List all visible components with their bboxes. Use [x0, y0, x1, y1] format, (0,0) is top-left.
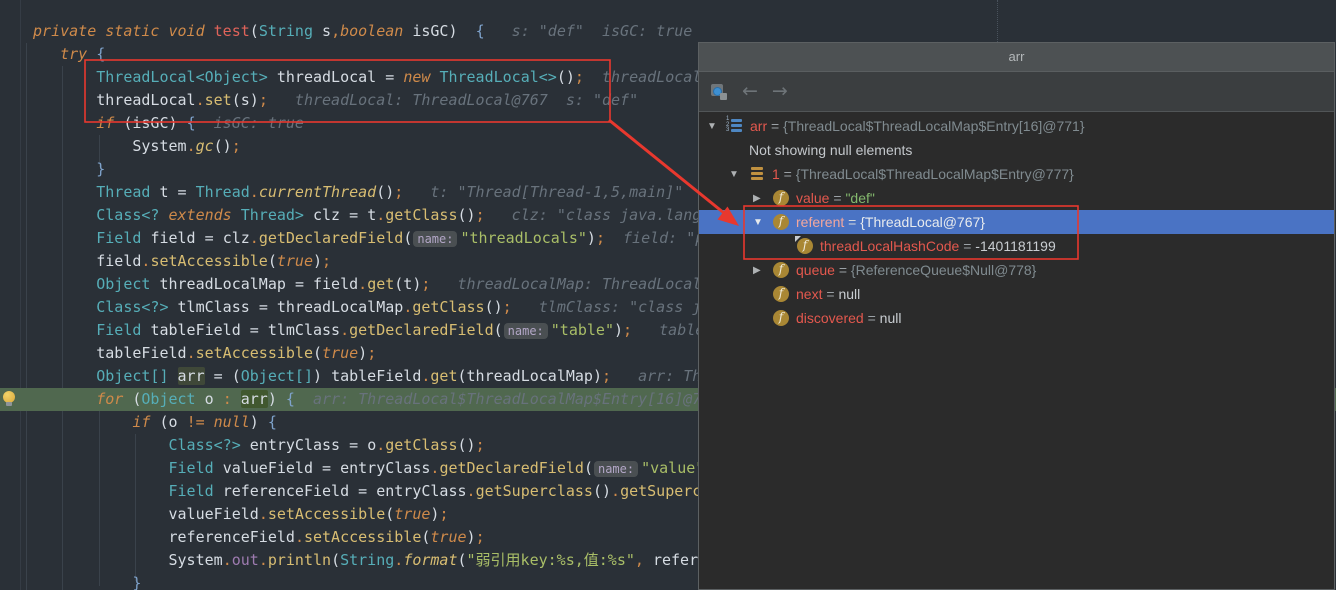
popup-toolbar: ← →	[699, 72, 1334, 112]
variable-name: referent	[796, 214, 844, 230]
tree-row-discovered[interactable]: discovered = null	[699, 306, 1334, 330]
tree-row-1[interactable]: ▼ 1 = {ThreadLocal$ThreadLocalMap$Entry@7…	[699, 162, 1334, 186]
equals-sign: =	[780, 166, 796, 182]
variable-name: threadLocalHashCode	[820, 238, 959, 254]
chevron-collapsed-icon[interactable]: ▶	[751, 193, 773, 204]
variable-value: null	[838, 286, 860, 302]
inline-debug-hint: isGC: true	[196, 114, 304, 132]
chevron-expanded-icon[interactable]: ▼	[705, 121, 727, 132]
equals-sign: =	[835, 262, 851, 278]
debugger-inspect-popup: arr ← → ▼123arr = {ThreadLocal$ThreadLoc…	[698, 42, 1335, 590]
variable-name: 1	[772, 166, 780, 182]
view-as-icon[interactable]	[711, 84, 728, 100]
back-arrow-icon[interactable]: ←	[742, 82, 758, 101]
field-icon	[773, 190, 789, 206]
inline-debug-hint: arr: ThreadLocal$ThreadLocalMap$Entry[16…	[295, 390, 719, 408]
equals-sign: =	[844, 214, 860, 230]
tree-message-text: Not showing null elements	[749, 142, 912, 158]
variable-value: {ThreadLocal$ThreadLocalMap$Entry[16]@77…	[783, 118, 1084, 134]
inline-debug-hint: threadLocal: ThreadLocal@767 s: "def"	[268, 91, 638, 109]
tree-row-arr[interactable]: ▼123 arr = {ThreadLocal$ThreadLocalMap$En…	[699, 114, 1334, 138]
tree-row-next[interactable]: next = null	[699, 282, 1334, 306]
field-icon	[773, 286, 789, 302]
variable-value: {ThreadLocal@767}	[860, 214, 985, 230]
field-icon	[773, 310, 789, 326]
tree-message-row[interactable]: Not showing null elements	[699, 138, 1334, 162]
equals-sign: =	[864, 310, 880, 326]
chevron-expanded-icon[interactable]: ▼	[727, 169, 749, 180]
variable-name: next	[796, 286, 822, 302]
variable-value: -1401181199	[975, 238, 1055, 254]
param-name-hint: name:	[504, 323, 548, 339]
chevron-collapsed-icon[interactable]: ▶	[751, 265, 773, 276]
equals-sign: =	[767, 118, 783, 134]
field-icon	[773, 214, 789, 230]
final-field-icon	[797, 238, 813, 254]
variable-name: discovered	[796, 310, 864, 326]
param-name-hint: name:	[413, 231, 457, 247]
variable-value: null	[880, 310, 902, 326]
equals-sign: =	[959, 238, 975, 254]
array-variable-icon: 123	[727, 118, 743, 134]
field-icon	[773, 262, 789, 278]
array-element-icon	[749, 166, 765, 182]
tree-row-threadLocalHashCode[interactable]: threadLocalHashCode = -1401181199	[699, 234, 1334, 258]
chevron-expanded-icon[interactable]: ▼	[751, 217, 773, 228]
intention-bulb-icon[interactable]	[3, 391, 16, 407]
popup-title[interactable]: arr	[699, 43, 1334, 72]
tree-row-referent[interactable]: ▼ referent = {ThreadLocal@767}	[699, 210, 1334, 234]
inline-debug-hint: t: "Thread[Thread-1,5,main]"	[403, 183, 683, 201]
variable-value: "def"	[845, 190, 874, 206]
ide-debugger-screen: private static void test(String s,boolea…	[0, 0, 1336, 590]
equals-sign: =	[822, 286, 838, 302]
variable-name: value	[796, 190, 829, 206]
variable-value: {ThreadLocal$ThreadLocalMap$Entry@777}	[796, 166, 1074, 182]
variable-value: {ReferenceQueue$Null@778}	[851, 262, 1036, 278]
equals-sign: =	[829, 190, 845, 206]
tree-row-queue[interactable]: ▶ queue = {ReferenceQueue$Null@778}	[699, 258, 1334, 282]
tree-row-value[interactable]: ▶ value = "def"	[699, 186, 1334, 210]
param-name-hint: name:	[594, 461, 638, 477]
variables-tree: ▼123arr = {ThreadLocal$ThreadLocalMap$En…	[699, 112, 1334, 330]
forward-arrow-icon[interactable]: →	[772, 82, 788, 101]
variable-name: arr	[750, 118, 767, 134]
variable-name: queue	[796, 262, 835, 278]
inline-debug-hint: s: "def" isGC: true	[485, 22, 693, 40]
code-line[interactable]: private static void test(String s,boolea…	[0, 20, 1336, 43]
